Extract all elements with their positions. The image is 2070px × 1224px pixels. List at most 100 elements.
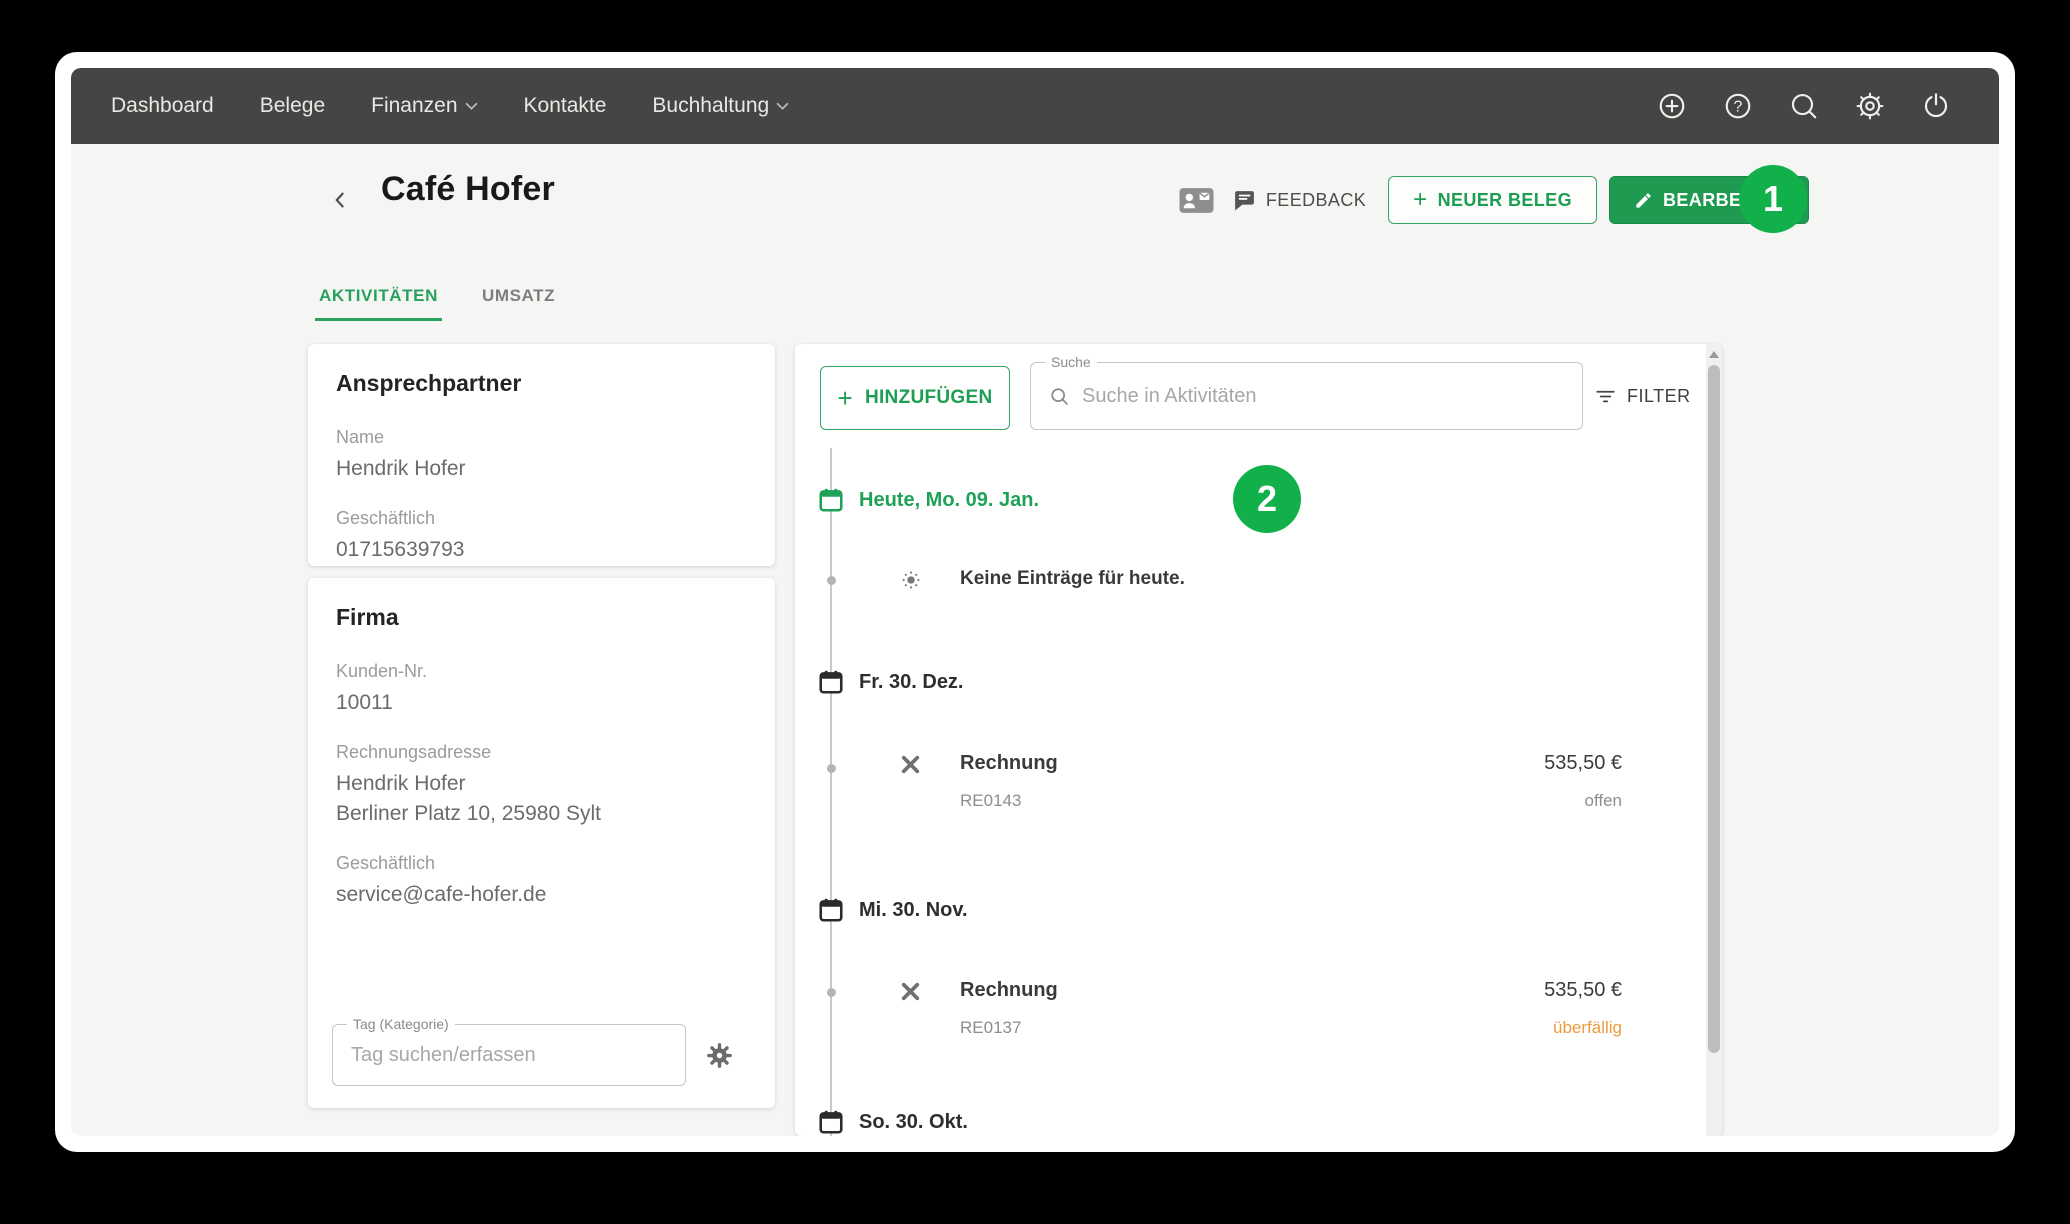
settings-icon[interactable] [1855,91,1885,121]
field-customer-number: Kunden-Nr. 10011 [336,661,747,718]
calendar-icon [817,668,845,696]
activities-panel: + HINZUFÜGEN Suche FILTER Heute, Mo. 09.… [795,344,1722,1136]
chevron-down-icon [776,102,789,110]
nav-menu: Dashboard Belege Finanzen Kontakte Buchh… [71,94,789,118]
tab-aktivitaeten[interactable]: AKTIVITÄTEN [315,280,442,321]
pencil-icon [1634,191,1653,210]
field-value-line2: Berliner Platz 10, 25980 Sylt [336,799,747,829]
nav-item-dashboard[interactable]: Dashboard [111,94,214,118]
page-title: Café Hofer [381,170,555,209]
nav-label: Finanzen [371,94,457,118]
timeline-date: Fr. 30. Dez. [859,671,964,694]
invoice-title[interactable]: Rechnung [960,752,1058,775]
field-label: Kunden-Nr. [336,661,747,682]
card-title: Firma [336,604,747,631]
contact-person-card: Ansprechpartner Name Hendrik Hofer Gesch… [308,344,775,566]
scrollbar-thumb[interactable] [1708,365,1720,1053]
annotation-badge-2: 2 [1233,465,1301,533]
timeline-date: So. 30. Okt. [859,1111,968,1134]
tab-bar: AKTIVITÄTEN UMSATZ [315,280,559,321]
annotation-badge-1: 1 [1739,165,1807,233]
timeline-line [830,448,832,1136]
tab-umsatz[interactable]: UMSATZ [478,280,559,321]
x-icon [898,752,923,777]
top-navbar: Dashboard Belege Finanzen Kontakte Buchh… [71,68,1999,144]
card-title: Ansprechpartner [336,370,747,397]
app-window: Dashboard Belege Finanzen Kontakte Buchh… [55,52,2015,1152]
filter-icon [1595,386,1616,407]
invoice-number: RE0137 [960,1018,1021,1038]
invoice-amount: 535,50 € [1544,752,1622,775]
power-icon[interactable] [1921,91,1951,121]
timeline-dot [827,576,836,585]
add-icon[interactable] [1657,91,1687,121]
invoice-amount: 535,50 € [1544,979,1622,1002]
plus-icon: + [837,383,852,414]
field-name: Name Hendrik Hofer [336,427,747,484]
svg-text:?: ? [1734,98,1743,115]
back-button[interactable] [323,182,357,216]
tag-settings-gear-icon[interactable] [706,1042,733,1069]
nav-icon-group: ? [1657,91,1999,121]
nav-item-buchhaltung[interactable]: Buchhaltung [652,94,789,118]
nav-item-belege[interactable]: Belege [260,94,325,118]
feedback-button[interactable]: FEEDBACK [1232,188,1366,213]
company-card: Firma Kunden-Nr. 10011 Rechnungsadresse … [308,578,775,1108]
nav-item-kontakte[interactable]: Kontakte [524,94,607,118]
nav-label: Buchhaltung [652,94,769,118]
timeline-dot [827,764,836,773]
tag-fieldset: Tag (Kategorie) [332,1024,686,1086]
tag-field-label: Tag (Kategorie) [347,1016,455,1032]
field-label: Name [336,427,747,448]
field-value: 01715639793 [336,535,747,565]
calendar-icon [817,1108,845,1136]
help-icon[interactable]: ? [1723,91,1753,121]
field-billing-address: Rechnungsadresse Hendrik Hofer Berliner … [336,742,747,829]
chat-icon [1232,188,1257,213]
timeline-dot [827,988,836,997]
new-receipt-label: NEUER BELEG [1438,190,1572,211]
activity-search-fieldset: Suche [1030,362,1583,430]
invoice-status: überfällig [1553,1018,1622,1038]
invoice-title[interactable]: Rechnung [960,979,1058,1002]
field-phone: Geschäftlich 01715639793 [336,508,747,565]
nav-label: Kontakte [524,94,607,118]
field-value: 10011 [336,688,747,718]
tag-input[interactable] [333,1044,685,1067]
filter-label: FILTER [1627,386,1691,407]
search-icon[interactable] [1789,91,1819,121]
empty-entries-text: Keine Einträge für heute. [960,568,1185,590]
field-value: Hendrik Hofer [336,454,747,484]
scrollbar-up-arrow[interactable] [1709,351,1719,358]
nav-label: Dashboard [111,94,214,118]
invoice-status: offen [1584,791,1622,811]
tag-row: Tag (Kategorie) [332,1024,751,1086]
header-actions: FEEDBACK + NEUER BELEG BEARBEITEN [1179,172,1809,228]
contact-card-icon[interactable] [1179,187,1214,214]
chevron-down-icon [465,102,478,110]
add-activity-button[interactable]: + HINZUFÜGEN [820,366,1010,430]
search-field-label: Suche [1045,354,1097,370]
field-label: Geschäftlich [336,508,747,529]
field-value-line1: Hendrik Hofer [336,769,747,799]
calendar-icon [817,896,845,924]
filter-button[interactable]: FILTER [1595,362,1691,430]
nav-item-finanzen[interactable]: Finanzen [371,94,477,118]
field-business-email: Geschäftlich service@cafe-hofer.de [336,853,747,910]
field-value: service@cafe-hofer.de [336,880,747,910]
activities-scrollbar [1706,344,1722,1136]
activity-search-input[interactable] [1082,385,1582,408]
timeline-date: Heute, Mo. 09. Jan. [859,489,1039,512]
calendar-icon [817,486,845,514]
plus-icon: + [1413,186,1427,214]
nav-label: Belege [260,94,325,118]
sun-icon [898,567,924,593]
new-receipt-button[interactable]: + NEUER BELEG [1388,176,1597,224]
chevron-left-icon [332,191,349,208]
field-label: Geschäftlich [336,853,747,874]
add-activity-label: HINZUFÜGEN [865,387,993,409]
page-content: Café Hofer FEEDBACK + NEUER BELEG BEARBE… [71,144,1999,1136]
invoice-number: RE0143 [960,791,1021,811]
field-label: Rechnungsadresse [336,742,747,763]
timeline-date: Mi. 30. Nov. [859,899,968,922]
